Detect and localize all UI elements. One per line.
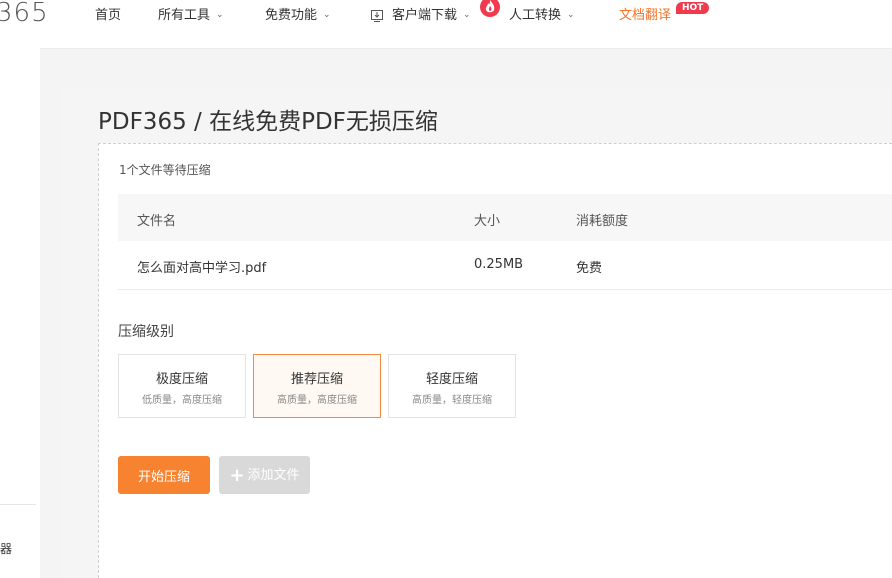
nav-home[interactable]: 首页 bbox=[95, 7, 121, 25]
chevron-down-icon: ⌄ bbox=[463, 10, 471, 20]
nav-client-download-label: 客户端下载 bbox=[392, 8, 458, 23]
file-cost: 免费 bbox=[576, 261, 603, 276]
hot-badge: HOT bbox=[676, 2, 710, 14]
nav-client-download[interactable]: 客户端下载 ⌄ bbox=[392, 7, 471, 26]
waiting-status: 1个文件等待压缩 bbox=[119, 163, 211, 177]
option-title: 极度压缩 bbox=[155, 372, 208, 387]
nav-all-tools-label: 所有工具 bbox=[158, 8, 211, 23]
option-extreme-compression[interactable]: 极度压缩 低质量，高度压缩 bbox=[118, 354, 246, 418]
option-desc: 高质量，轻度压缩 bbox=[412, 395, 492, 406]
chevron-down-icon: ⌄ bbox=[216, 10, 224, 20]
option-title: 推荐压缩 bbox=[290, 372, 343, 387]
row-divider bbox=[118, 289, 892, 290]
page-title: PDF365 / 在线免费PDF无损压缩 bbox=[98, 109, 438, 135]
col-size: 大小 bbox=[474, 214, 501, 229]
nav-home-label: 首页 bbox=[95, 8, 122, 23]
option-title: 轻度压缩 bbox=[425, 372, 478, 387]
option-light-compression[interactable]: 轻度压缩 高质量，轻度压缩 bbox=[388, 354, 516, 418]
start-compress-button[interactable]: 开始压缩 bbox=[118, 456, 210, 494]
nav-doc-translation[interactable]: 文档翻译 bbox=[619, 7, 671, 25]
sidebar-divider bbox=[0, 504, 36, 505]
nav-free-features-label: 免费功能 bbox=[265, 8, 318, 23]
nav-manual-conversion[interactable]: 人工转换 ⌄ bbox=[509, 7, 575, 26]
nav-all-tools[interactable]: 所有工具 ⌄ bbox=[158, 7, 224, 26]
left-sidebar bbox=[0, 48, 40, 578]
add-file-button[interactable]: + 添加文件 bbox=[219, 456, 310, 494]
nav-doc-translation-label: 文档翻译 bbox=[619, 8, 672, 23]
col-cost: 消耗额度 bbox=[576, 214, 629, 229]
compression-level-label: 压缩级别 bbox=[118, 324, 174, 340]
nav-manual-conversion-label: 人工转换 bbox=[509, 8, 562, 23]
nav-free-features[interactable]: 免费功能 ⌄ bbox=[265, 7, 331, 26]
option-desc: 低质量，高度压缩 bbox=[142, 395, 222, 406]
plus-icon: + bbox=[229, 465, 245, 486]
option-desc: 高质量，高度压缩 bbox=[277, 395, 357, 406]
col-filename: 文件名 bbox=[137, 214, 177, 229]
file-size: 0.25MB bbox=[474, 257, 524, 272]
add-file-label: 添加文件 bbox=[247, 468, 300, 483]
chevron-down-icon: ⌄ bbox=[323, 10, 331, 20]
top-navbar: 365 首页 所有工具 ⌄ 免费功能 ⌄ 客户端下载 ⌄ 人工转换 ⌄ 文档翻译 HOT bbox=[0, 0, 892, 49]
sidebar-partial-text: 器 bbox=[0, 542, 13, 556]
file-name: 怎么面对高中学习.pdf bbox=[137, 261, 267, 276]
table-header bbox=[118, 194, 892, 241]
option-recommended-compression[interactable]: 推荐压缩 高质量，高度压缩 bbox=[253, 354, 381, 418]
fire-icon bbox=[480, 0, 500, 17]
download-icon bbox=[371, 10, 383, 22]
chevron-down-icon: ⌄ bbox=[567, 10, 575, 20]
site-logo[interactable]: 365 bbox=[0, 0, 49, 28]
